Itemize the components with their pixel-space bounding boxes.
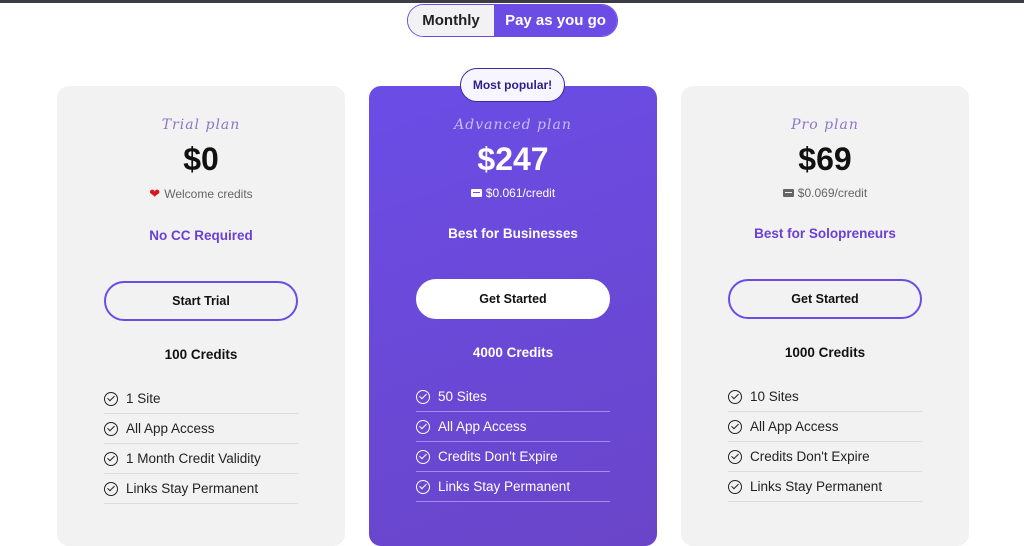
plan-price: $0	[183, 141, 219, 177]
feature-item: Credits Don't Expire	[416, 442, 610, 472]
feature-label: 1 Site	[126, 391, 161, 406]
credit-card-icon	[470, 189, 482, 197]
feature-label: Credits Don't Expire	[438, 449, 558, 464]
check-circle-icon	[728, 389, 742, 404]
feature-label: Links Stay Permanent	[438, 479, 571, 494]
feature-list: 1 Site All App Access 1 Month Credit Valid…	[104, 384, 298, 504]
feature-label: All App Access	[750, 419, 839, 434]
plan-subtext-label: $0.061/credit	[485, 186, 556, 200]
check-circle-icon	[416, 479, 430, 494]
plan-name: Advanced plan	[454, 117, 572, 133]
plan-tagline: Best for Solopreneurs	[754, 226, 896, 241]
feature-label: Links Stay Permanent	[126, 481, 259, 496]
feature-list: 50 Sites All App Access Credits Don't Expi…	[416, 382, 610, 502]
check-circle-icon	[104, 451, 118, 466]
check-circle-icon	[416, 389, 430, 404]
feature-item: All App Access	[728, 412, 922, 442]
plan-subtext-label: $0.069/credit	[797, 186, 868, 200]
feature-label: 10 Sites	[750, 389, 799, 404]
feature-label: Credits Don't Expire	[750, 449, 870, 464]
plan-name: Pro plan	[791, 117, 859, 133]
feature-item: 50 Sites	[416, 382, 610, 412]
check-circle-icon	[728, 419, 742, 434]
feature-label: 1 Month Credit Validity	[126, 451, 261, 466]
plan-subtext: $0.069/credit	[681, 186, 969, 200]
plan-subtext-label: Welcome credits	[164, 187, 253, 201]
plan-card-pro: Pro plan $69 $0.069/credit Best for Solo…	[681, 86, 969, 546]
most-popular-badge: Most popular!	[460, 68, 565, 102]
credit-card-icon	[782, 189, 794, 197]
toggle-pay-as-you-go[interactable]: Pay as you go	[494, 5, 617, 36]
check-circle-icon	[104, 391, 118, 406]
heart-icon: ❤	[149, 186, 161, 201]
billing-toggle[interactable]: Monthly Pay as you go	[407, 4, 618, 37]
feature-item: Links Stay Permanent	[728, 472, 922, 502]
plan-price: $247	[477, 141, 549, 177]
check-circle-icon	[728, 449, 742, 464]
get-started-button[interactable]: Get Started	[728, 279, 922, 319]
feature-label: 50 Sites	[438, 389, 487, 404]
plan-credits: 1000 Credits	[784, 345, 866, 360]
feature-item: All App Access	[416, 412, 610, 442]
toggle-monthly[interactable]: Monthly	[408, 5, 494, 36]
check-circle-icon	[728, 479, 742, 494]
plan-subtext: ❤ Welcome credits	[57, 186, 345, 202]
check-circle-icon	[104, 481, 118, 496]
check-circle-icon	[416, 449, 430, 464]
check-circle-icon	[416, 419, 430, 434]
feature-label: All App Access	[126, 421, 215, 436]
check-circle-icon	[104, 421, 118, 436]
feature-item: 10 Sites	[728, 382, 922, 412]
plan-subtext: $0.061/credit	[369, 186, 657, 200]
plan-name: Trial plan	[161, 117, 241, 133]
plan-card-advanced: Advanced plan $247 $0.061/credit Best fo…	[369, 86, 657, 546]
plan-tagline: No CC Required	[149, 228, 253, 243]
plan-price: $69	[798, 141, 852, 177]
feature-label: All App Access	[438, 419, 527, 434]
start-trial-button[interactable]: Start Trial	[104, 281, 298, 321]
feature-item: Links Stay Permanent	[104, 474, 298, 504]
feature-label: Links Stay Permanent	[750, 479, 883, 494]
feature-item: 1 Month Credit Validity	[104, 444, 298, 474]
plan-credits: 100 Credits	[164, 347, 238, 362]
top-bar	[0, 0, 1024, 3]
get-started-button[interactable]: Get Started	[416, 279, 610, 319]
plan-tagline: Best for Businesses	[448, 226, 578, 241]
feature-list: 10 Sites All App Access Credits Don't Expi…	[728, 382, 922, 502]
feature-item: Credits Don't Expire	[728, 442, 922, 472]
feature-item: Links Stay Permanent	[416, 472, 610, 502]
feature-item: All App Access	[104, 414, 298, 444]
feature-item: 1 Site	[104, 384, 298, 414]
plan-card-trial: Trial plan $0 ❤ Welcome credits No CC Req…	[57, 86, 345, 546]
plan-credits: 4000 Credits	[472, 345, 554, 360]
